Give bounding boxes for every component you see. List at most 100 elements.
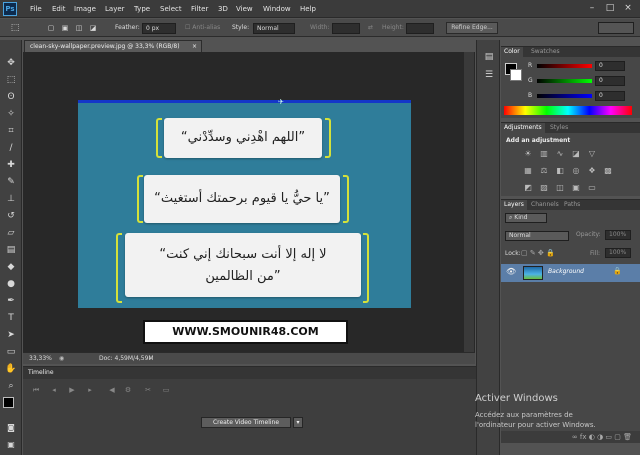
color-lookup-icon[interactable]: ▩ [603,166,613,176]
swap-icon[interactable]: ⇄ [368,19,373,37]
r-value[interactable]: 0 [595,61,625,71]
black-white-icon[interactable]: ◧ [555,166,565,176]
hand-tool-icon[interactable]: ✋ [4,362,18,376]
document-image[interactable]: ✈ “اللهم اهْدِني وسدِّدْني” “يا حيُّ يا … [78,98,411,308]
menu-3d[interactable]: 3D [218,0,228,18]
menu-window[interactable]: Window [263,0,291,18]
gradient-map-icon[interactable]: ▭ [587,183,597,193]
antialias-checkbox[interactable]: ☐ Anti-alias [185,19,220,37]
marquee-tool-icon[interactable]: ⬚ [4,73,18,87]
maximize-button[interactable]: □ [604,2,616,14]
b-slider[interactable] [537,94,592,98]
style-select[interactable]: Normal [253,23,295,34]
blur-tool-icon[interactable]: ◆ [4,260,18,274]
history-panel-icon[interactable]: ▤ [482,50,496,64]
menu-layer[interactable]: Layer [105,0,125,18]
split-icon[interactable]: ✂ [143,385,153,395]
hue-saturation-icon[interactable]: ▦ [523,166,533,176]
status-menu-icon[interactable]: ◉ [59,353,64,364]
zoom-tool-icon[interactable]: ⌕ [4,379,18,393]
height-input[interactable] [406,23,434,34]
layer-filter-select[interactable]: ⌕ Kind [505,213,547,223]
brush-tool-icon[interactable]: ✎ [4,175,18,189]
g-slider[interactable] [537,79,592,83]
eyedropper-tool-icon[interactable]: ∕ [4,141,18,155]
menu-type[interactable]: Type [134,0,150,18]
path-selection-tool-icon[interactable]: ➤ [4,328,18,342]
background-color-chip[interactable] [510,69,522,81]
tab-layers[interactable]: Layers [501,200,527,210]
menu-image[interactable]: Image [74,0,96,18]
color-balance-icon[interactable]: ⚖ [539,166,549,176]
eraser-tool-icon[interactable]: ▱ [4,226,18,240]
tab-swatches[interactable]: Swatches [528,47,563,57]
shape-tool-icon[interactable]: ▭ [4,345,18,359]
invert-icon[interactable]: ◩ [523,183,533,193]
close-window-button[interactable]: × [622,2,634,14]
menu-help[interactable]: Help [300,0,316,18]
magic-wand-tool-icon[interactable]: ✧ [4,107,18,121]
document-tab[interactable]: clean-sky-wallpaper.preview.jpg @ 33,3% … [24,40,202,52]
visibility-eye-icon[interactable]: 👁 [506,267,516,276]
quick-mask-icon[interactable]: ◙ [4,421,18,435]
screen-mode-icon[interactable]: ▣ [4,438,18,452]
lasso-tool-icon[interactable]: ʘ [4,90,18,104]
settings-icon[interactable]: ⚙ [123,385,133,395]
history-brush-tool-icon[interactable]: ↺ [4,209,18,223]
menu-file[interactable]: File [30,0,42,18]
feather-input[interactable]: 0 px [142,23,176,34]
next-frame-icon[interactable]: ▸ [85,385,95,395]
r-slider[interactable] [537,64,592,68]
layers-footer-icons[interactable]: ∞ fx ◐ ◑ ▭ ▢ 🗑 [501,431,640,443]
zoom-level[interactable]: 33,33% [29,353,52,364]
tab-color[interactable]: Color [501,47,523,57]
blend-mode-select[interactable]: Normal [505,231,569,241]
tab-channels[interactable]: Channels [528,200,562,210]
status-arrow-icon[interactable]: ▸ [149,353,152,364]
refine-edge-button[interactable]: Refine Edge... [446,22,498,34]
create-video-timeline-button[interactable]: Create Video Timeline [201,417,291,428]
curves-icon[interactable]: ∿ [555,149,565,159]
minimize-button[interactable]: – [586,2,598,14]
tab-paths[interactable]: Paths [561,200,583,210]
workspace-select[interactable] [598,22,634,34]
channel-mixer-icon[interactable]: ❖ [587,166,597,176]
lock-icons[interactable]: ▢ ✎ ✥ 🔒 [521,249,555,257]
exposure-icon[interactable]: ◪ [571,149,581,159]
intersect-selection-icon[interactable]: ◪ [86,21,100,35]
photo-filter-icon[interactable]: ◎ [571,166,581,176]
first-frame-icon[interactable]: ⏮ [31,385,41,395]
fill-input[interactable]: 100% [605,248,631,258]
menu-select[interactable]: Select [160,0,182,18]
add-selection-icon[interactable]: ▣ [58,21,72,35]
layer-row-background[interactable]: 👁 Background 🔒 [501,264,640,282]
subtract-selection-icon[interactable]: ◫ [72,21,86,35]
gradient-tool-icon[interactable]: ▤ [4,243,18,257]
foreground-color-swatch[interactable] [3,397,14,408]
vertical-scrollbar[interactable] [464,52,474,352]
b-value[interactable]: 0 [595,91,625,101]
audio-icon[interactable]: ◀ [107,385,117,395]
crop-tool-icon[interactable]: ⌗ [4,124,18,138]
close-document-icon[interactable]: × [192,41,197,52]
menu-view[interactable]: View [236,0,253,18]
properties-panel-icon[interactable]: ☰ [482,68,496,82]
pen-tool-icon[interactable]: ✒ [4,294,18,308]
layer-name[interactable]: Background [548,268,584,275]
threshold-icon[interactable]: ◫ [555,183,565,193]
vibrance-icon[interactable]: ▽ [587,149,597,159]
brightness-icon[interactable]: ☀ [523,149,533,159]
play-icon[interactable]: ▶ [67,385,77,395]
levels-icon[interactable]: ▥ [539,149,549,159]
healing-brush-tool-icon[interactable]: ✚ [4,158,18,172]
posterize-icon[interactable]: ▨ [539,183,549,193]
new-selection-icon[interactable]: ▢ [44,21,58,35]
prev-frame-icon[interactable]: ◂ [49,385,59,395]
width-input[interactable] [332,23,360,34]
transition-icon[interactable]: ▭ [161,385,171,395]
selective-color-icon[interactable]: ▣ [571,183,581,193]
color-spectrum[interactable] [504,106,632,115]
opacity-input[interactable]: 100% [605,230,631,240]
marquee-tool-icon[interactable]: ⬚ [8,21,22,35]
dodge-tool-icon[interactable]: ● [4,277,18,291]
